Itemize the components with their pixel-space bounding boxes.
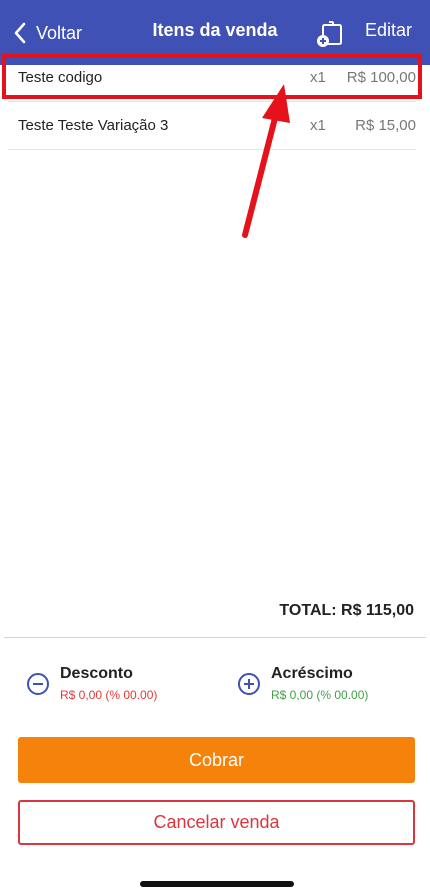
discount-button[interactable]: Desconto R$ 0,00 (% 00.00): [26, 665, 206, 705]
minus-circle-icon: [27, 673, 49, 695]
back-label: Voltar: [36, 22, 83, 43]
discount-label: Desconto: [60, 665, 133, 682]
divider: [4, 637, 426, 638]
plus-circle-icon: [238, 673, 260, 695]
item-price: R$ 15,00: [355, 117, 416, 134]
item-name: Teste codigo: [18, 69, 103, 86]
charge-button[interactable]: Cobrar: [18, 737, 415, 783]
item-quantity: x1: [310, 117, 326, 134]
surcharge-label: Acréscimo: [271, 665, 353, 682]
item-name: Teste Teste Variação 3: [18, 117, 169, 134]
surcharge-button[interactable]: Acréscimo R$ 0,00 (% 00.00): [237, 665, 417, 705]
item-price: R$ 100,00: [346, 69, 416, 86]
bag-plus-icon[interactable]: [314, 18, 346, 48]
edit-button[interactable]: Editar: [365, 20, 412, 41]
home-indicator: [140, 881, 294, 887]
back-button[interactable]: Voltar: [12, 18, 82, 48]
surcharge-value: R$ 0,00 (% 00.00): [271, 688, 369, 702]
chevron-left-icon: [14, 22, 26, 44]
cancel-sale-button[interactable]: Cancelar venda: [18, 800, 415, 845]
item-quantity: x1: [310, 69, 326, 86]
discount-value: R$ 0,00 (% 00.00): [60, 688, 158, 702]
sale-total: TOTAL: R$ 115,00: [279, 602, 414, 619]
sale-item-row[interactable]: Teste codigo x1 R$ 100,00: [8, 55, 416, 102]
sale-item-row[interactable]: Teste Teste Variação 3 x1 R$ 15,00: [8, 103, 416, 150]
